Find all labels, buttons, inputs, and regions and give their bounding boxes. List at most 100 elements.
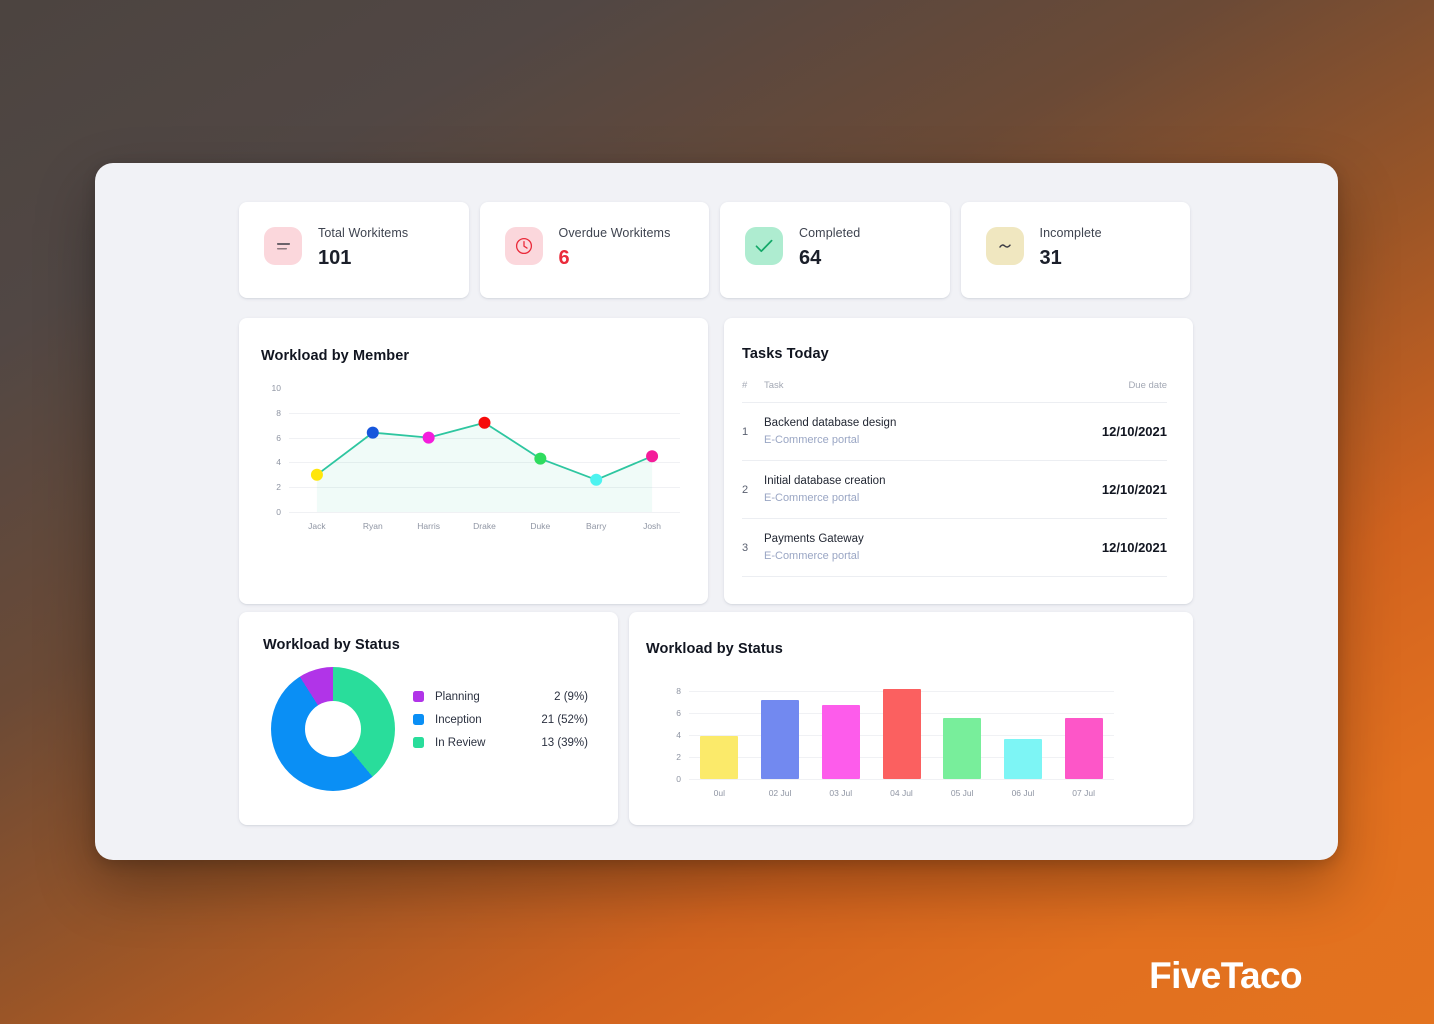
card-workload-by-status-bars: Workload by Status 0 2 4 6 8 0ul 02 Jul 03 Jul 0… — [629, 612, 1193, 825]
donut-legend: Planning 2 (9%) Inception 21 (52%) In Review… — [413, 685, 588, 754]
stat-text: Overdue Workitems 6 — [559, 224, 671, 270]
stat-value: 64 — [799, 247, 822, 269]
legend-label: In Review — [435, 736, 486, 749]
y-axis-tick-label: 2 — [676, 751, 681, 762]
x-axis-tick-label: Duke — [530, 521, 551, 531]
card-workload-by-member: Workload by Member 0 2 4 6 8 10 Jack Ryan Harris… — [239, 318, 708, 604]
column-header-task: Task — [764, 380, 1035, 403]
card-title: Workload by Member — [261, 348, 410, 364]
task-name: Initial database creation — [764, 475, 886, 487]
task-cell: Payments Gateway E-Commerce portal — [764, 518, 1035, 577]
clock-icon — [504, 227, 543, 265]
legend-value: 21 (52%) — [541, 713, 588, 726]
legend-swatch — [413, 691, 424, 702]
column-header-number: # — [742, 380, 764, 403]
stat-cards-row: Total Workitems 101 Overdue Workitems 6 — [239, 202, 1190, 298]
line-chart: 0 2 4 6 8 10 Jack Ryan Harris Drake Duke Barry Josh — [261, 380, 686, 540]
stat-card-overdue-workitems[interactable]: Overdue Workitems 6 — [479, 202, 709, 298]
x-axis-tick-label: 03 Jul — [829, 788, 853, 798]
legend-item[interactable]: Planning 2 (9%) — [413, 685, 588, 708]
stat-card-total-workitems[interactable]: Total Workitems 101 — [239, 202, 469, 298]
gridline — [689, 779, 1114, 780]
bar-chart: 0 2 4 6 8 0ul 02 Jul 03 Jul 04 Jul 05 Jul 06 Jul 07… — [676, 682, 1114, 798]
line-series — [310, 416, 659, 512]
x-axis-tick-label: 05 Jul — [950, 788, 974, 798]
bar[interactable] — [821, 705, 860, 779]
card-title: Tasks Today — [742, 346, 829, 362]
data-point[interactable] — [310, 468, 323, 481]
donut-hole — [305, 701, 361, 757]
task-project[interactable]: E-Commerce portal — [764, 432, 1034, 448]
stat-text: Total Workitems 101 — [318, 224, 408, 270]
y-axis-tick-label: 6 — [676, 707, 681, 718]
data-point[interactable] — [366, 426, 379, 439]
task-name: Backend database design — [764, 417, 897, 429]
stat-label: Incomplete — [1039, 226, 1102, 240]
donut-chart — [271, 667, 395, 791]
task-index: 1 — [742, 402, 764, 461]
stat-value: 101 — [318, 247, 352, 269]
tilde-icon — [985, 227, 1024, 265]
legend-swatch — [413, 714, 424, 725]
card-tasks-today: Tasks Today # Task Due date 1 Backend dat… — [724, 318, 1193, 604]
x-axis-tick-label: 02 Jul — [768, 788, 792, 798]
x-axis-tick-label: 0ul — [713, 788, 726, 798]
table-header-row: # Task Due date — [742, 380, 1167, 403]
bar[interactable] — [700, 736, 739, 779]
card-title: Workload by Status — [646, 641, 783, 657]
x-axis-tick-label: Harris — [417, 521, 440, 531]
bar[interactable] — [943, 718, 982, 779]
legend-swatch — [413, 737, 424, 748]
column-header-due-date: Due date — [1034, 380, 1167, 403]
legend-label: Inception — [435, 713, 482, 726]
stat-label: Overdue Workitems — [558, 226, 671, 240]
task-due-date: 12/10/2021 — [1034, 402, 1167, 461]
tasks-table: # Task Due date 1 Backend database design… — [742, 380, 1167, 577]
task-index: 3 — [742, 518, 764, 577]
stat-text: Incomplete 31 — [1040, 224, 1102, 270]
task-name: Payments Gateway — [764, 533, 864, 545]
table-row[interactable]: 1 Backend database design E-Commerce porta… — [742, 402, 1167, 461]
x-axis-tick-label: Ryan — [362, 521, 383, 531]
task-project[interactable]: E-Commerce portal — [764, 490, 1034, 506]
stat-text: Completed 64 — [799, 224, 860, 270]
x-axis-tick-label: Drake — [473, 521, 496, 531]
brand-logo: FiveTaco — [1149, 955, 1302, 996]
legend-item[interactable]: Inception 21 (52%) — [413, 708, 588, 731]
task-due-date: 12/10/2021 — [1034, 460, 1167, 519]
x-axis-tick-label: 07 Jul — [1072, 788, 1095, 798]
stat-label: Total Workitems — [318, 226, 409, 240]
data-point[interactable] — [422, 431, 435, 444]
data-point[interactable] — [478, 416, 491, 429]
bar[interactable] — [1003, 738, 1042, 779]
task-cell: Backend database design E-Commerce portal — [764, 402, 1035, 461]
legend-value: 2 (9%) — [554, 690, 588, 703]
table-row[interactable]: 3 Payments Gateway E-Commerce portal 12/10/… — [742, 518, 1167, 577]
stat-value: 6 — [558, 247, 570, 269]
task-cell: Initial database creation E-Commerce port… — [764, 460, 1035, 519]
x-axis-tick-label: Barry — [586, 521, 607, 531]
table-row[interactable]: 2 Initial database creation E-Commerce por… — [742, 460, 1167, 519]
dashboard-panel: Total Workitems 101 Overdue Workitems 6 — [95, 163, 1338, 860]
check-icon — [745, 227, 783, 265]
card-title: Workload by Status — [263, 637, 400, 653]
card-workload-by-status-donut: Workload by Status Planning 2 (9%) Incepti… — [239, 612, 618, 825]
legend-value: 13 (39%) — [541, 736, 588, 749]
bar[interactable] — [882, 688, 921, 779]
y-axis-tick-label: 0 — [676, 774, 681, 784]
legend-label: Planning — [435, 690, 480, 703]
bar[interactable] — [1064, 718, 1103, 779]
stat-card-incomplete[interactable]: Incomplete 31 — [960, 202, 1190, 298]
task-project[interactable]: E-Commerce portal — [764, 548, 1034, 564]
x-axis-tick-label: 04 Jul — [890, 788, 913, 798]
data-point[interactable] — [646, 450, 659, 463]
stat-label: Completed — [799, 226, 861, 240]
data-point[interactable] — [590, 473, 603, 486]
data-point[interactable] — [534, 452, 547, 465]
list-icon — [264, 227, 302, 265]
x-axis-tick-label: Josh — [643, 521, 662, 531]
bar[interactable] — [761, 699, 800, 779]
legend-item[interactable]: In Review 13 (39%) — [413, 731, 588, 754]
stat-card-completed[interactable]: Completed 64 — [720, 202, 950, 298]
task-index: 2 — [742, 460, 764, 519]
